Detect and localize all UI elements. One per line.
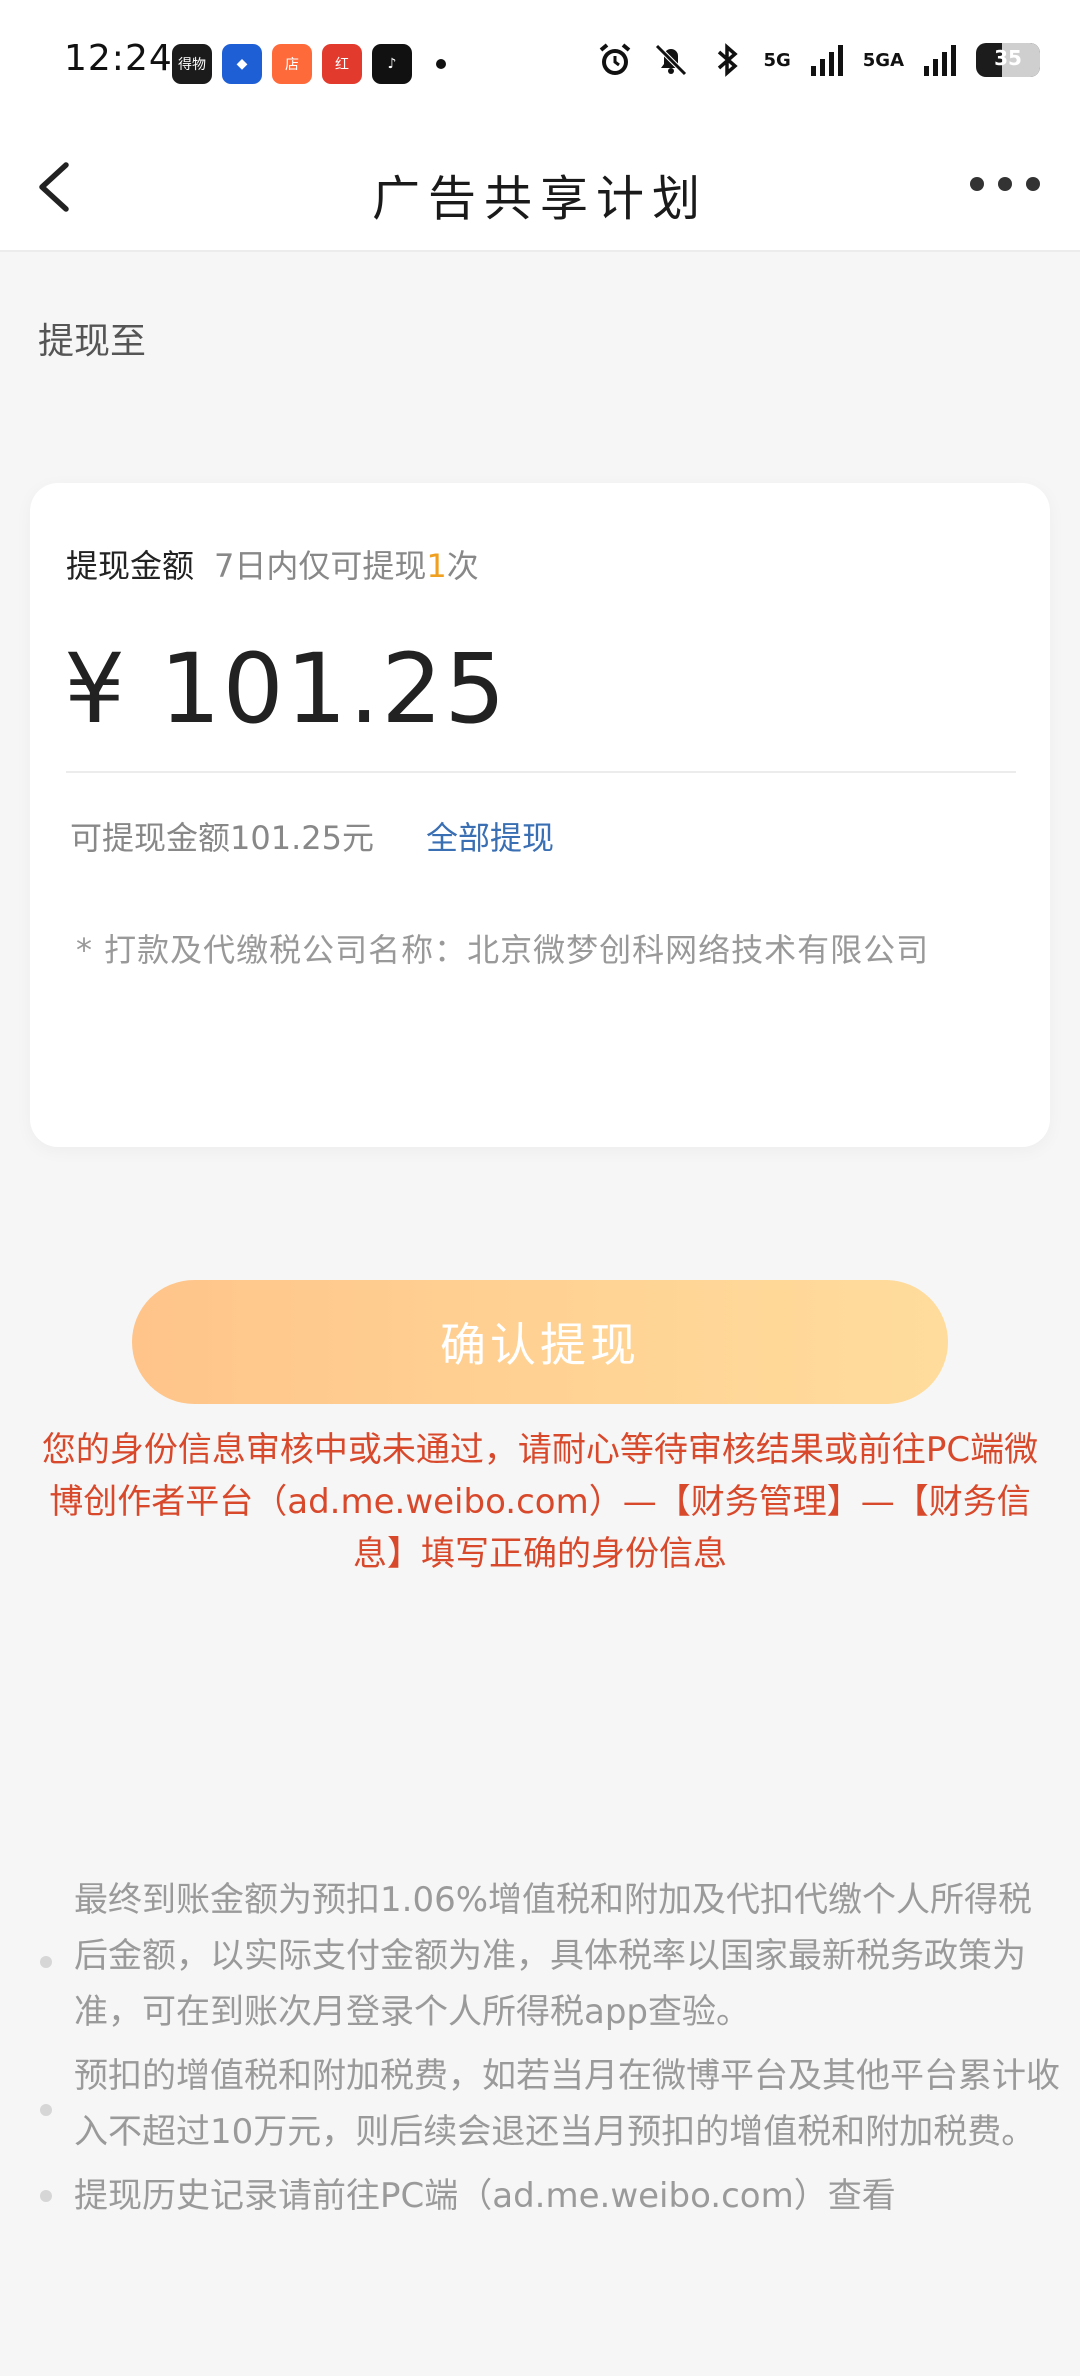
limit-prefix: 7日内仅可提现 <box>214 547 427 585</box>
withdraw-limit-text: 7日内仅可提现1次 <box>214 541 479 587</box>
withdraw-amount-card: 提现金额 7日内仅可提现1次 ¥ 101.25 可提现金额101.25元 全部提… <box>30 483 1050 1147</box>
limit-suffix: 次 <box>446 547 479 585</box>
bank-app-icon: ◆ <box>222 44 262 84</box>
tip-text: 最终到账金额为预扣1.06%增值税和附加及代扣代缴个人所得税后金额，以实际支付金… <box>74 1880 1033 2032</box>
withdraw-all-link[interactable]: 全部提现 <box>426 813 554 859</box>
shop-app-icon: 店 <box>272 44 312 84</box>
status-bar: 12:24 得物 ◆ 店 红 ♪ 5G 5GA 35 <box>0 0 1080 125</box>
bullet-dot-icon <box>40 2104 52 2116</box>
signal-5ga-label: 5GA <box>862 49 904 71</box>
tip-item: 提现历史记录请前往PC端（ad.me.weibo.com）查看 <box>40 2168 1060 2224</box>
tiktok-app-icon: ♪ <box>372 44 412 84</box>
tips-list: 最终到账金额为预扣1.06%增值税和附加及代扣代缴个人所得税后金额，以实际支付金… <box>40 1872 1060 2232</box>
status-indicators: 5G 5GA 35 <box>595 40 1040 80</box>
amount-label: 提现金额 <box>66 547 195 585</box>
withdraw-to-label: 提现至 <box>38 321 147 362</box>
page: 12:24 得物 ◆ 店 红 ♪ 5G 5GA 35 广告共享计划 提现至 提现… <box>0 0 1080 2376</box>
mute-bell-icon <box>655 44 688 76</box>
battery-level: 35 <box>994 46 1022 70</box>
available-amount-text: 可提现金额101.25元 <box>70 819 374 857</box>
more-options-icon[interactable] <box>970 177 1040 191</box>
page-title: 广告共享计划 <box>371 171 708 227</box>
redbag-app-icon: 红 <box>322 44 362 84</box>
payer-company-note: * 打款及代缴税公司名称：北京微梦创科网络技术有限公司 <box>76 931 930 969</box>
bullet-dot-icon <box>40 1956 52 1968</box>
signal-5g-label: 5G <box>763 49 791 71</box>
amount-divider <box>66 771 1016 773</box>
notification-dot-icon <box>436 59 446 69</box>
battery-icon: 35 <box>976 43 1040 77</box>
status-time: 12:24 <box>64 38 173 79</box>
tip-item: 最终到账金额为预扣1.06%增值税和附加及代扣代缴个人所得税后金额，以实际支付金… <box>40 1872 1060 2040</box>
signal-bars-2-icon <box>924 45 956 76</box>
dewu-app-icon: 得物 <box>172 44 212 84</box>
confirm-withdraw-button[interactable]: 确认提现 <box>132 1280 948 1404</box>
bluetooth-icon <box>718 43 739 77</box>
limit-count: 1 <box>426 547 447 585</box>
tip-text: 提现历史记录请前往PC端（ad.me.weibo.com）查看 <box>74 2176 896 2216</box>
tip-item: 预扣的增值税和附加税费，如若当月在微博平台及其他平台累计收入不超过10万元，则后… <box>40 2048 1060 2160</box>
status-app-icons: 得物 ◆ 店 红 ♪ <box>172 44 446 84</box>
bullet-dot-icon <box>40 2190 52 2202</box>
nav-bar: 广告共享计划 <box>0 125 1080 252</box>
tip-text: 预扣的增值税和附加税费，如若当月在微博平台及其他平台累计收入不超过10万元，则后… <box>74 2056 1060 2152</box>
alarm-icon <box>600 43 631 75</box>
amount-input[interactable]: ¥ 101.25 <box>64 633 508 745</box>
signal-bars-icon <box>810 45 843 76</box>
identity-warning-text: 您的身份信息审核中或未通过，请耐心等待审核结果或前往PC端微博创作者平台（ad.… <box>41 1430 1039 1574</box>
